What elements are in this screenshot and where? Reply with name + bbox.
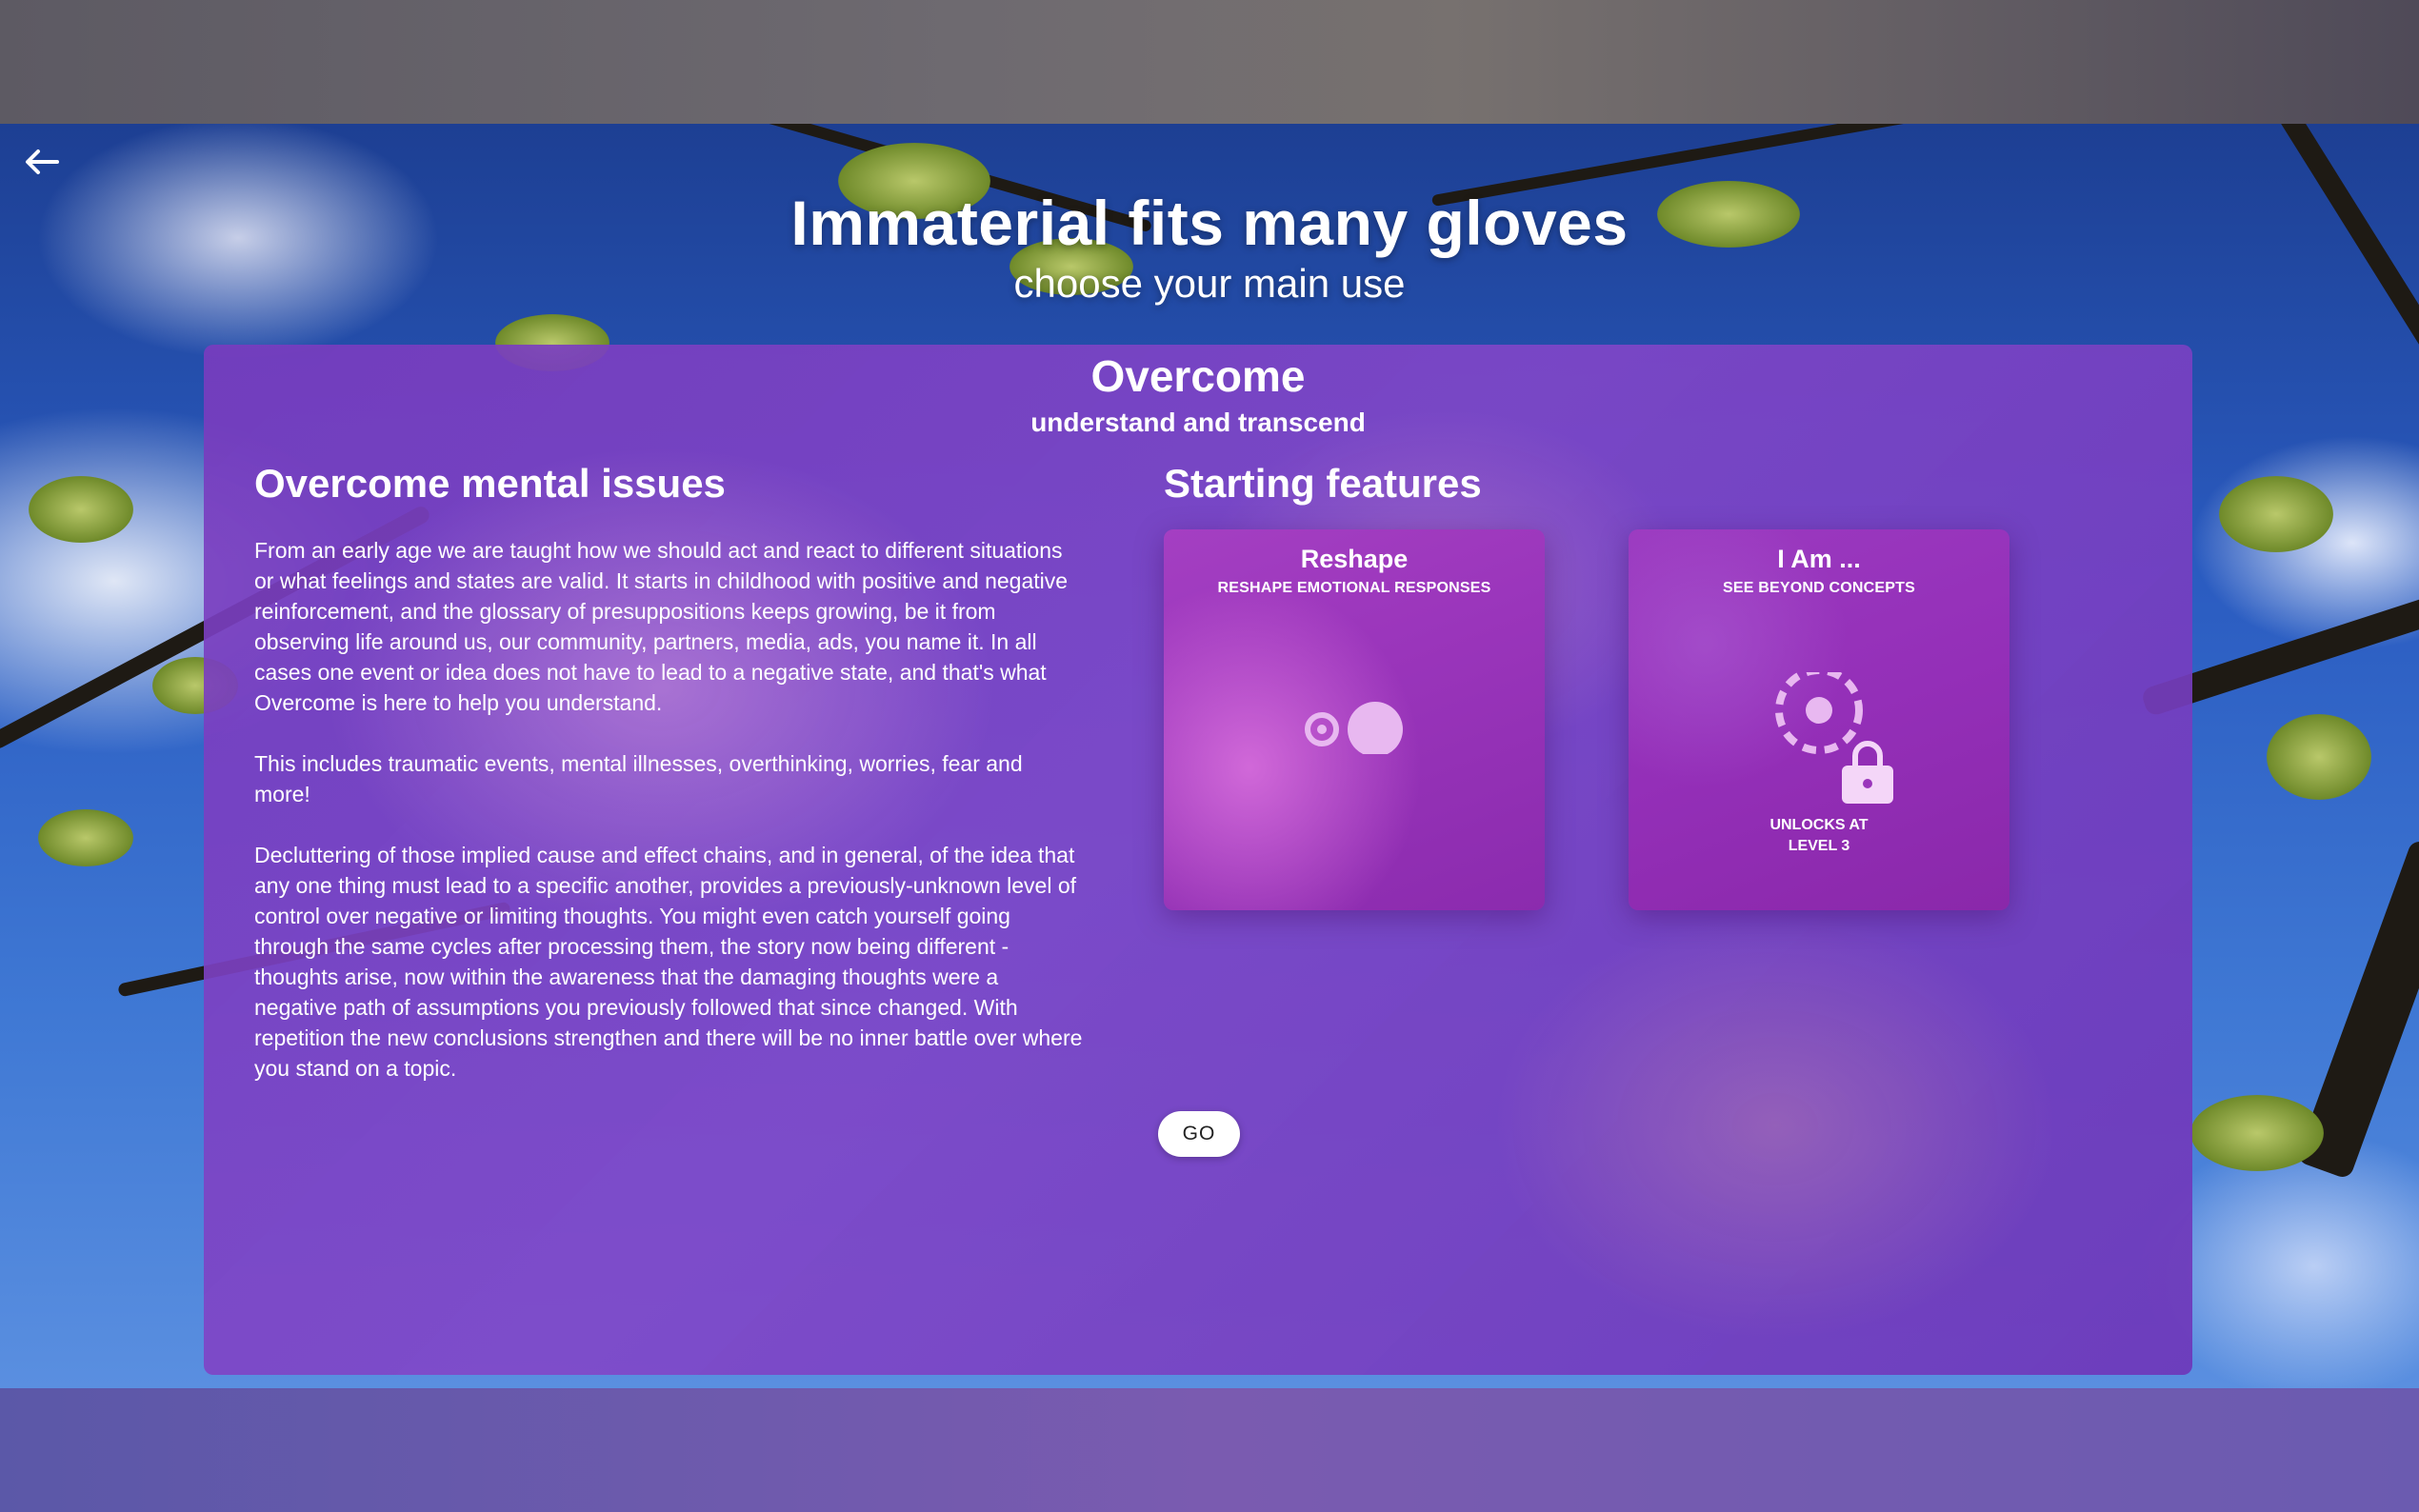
back-button[interactable]: [21, 145, 63, 179]
features-column: Starting features Reshape RESHAPE EMOTIO…: [1164, 461, 2116, 910]
description-paragraph: Decluttering of those implied cause and …: [254, 843, 1083, 1081]
go-button[interactable]: GO: [1158, 1111, 1240, 1157]
bottom-blurred-band: [0, 1388, 2419, 1512]
features-heading: Starting features: [1164, 461, 1482, 506]
unlock-requirement-line: LEVEL 3: [1788, 838, 1850, 854]
feature-card-reshape[interactable]: Reshape RESHAPE EMOTIONAL RESPONSES: [1164, 529, 1545, 910]
feature-card-tagline: RESHAPE EMOTIONAL RESPONSES: [1217, 580, 1491, 596]
feature-card-i-am[interactable]: I Am ... SEE BEYOND CONCEPTS UNLOCKS AT …: [1629, 529, 2009, 910]
feature-card-title: I Am ...: [1777, 545, 1861, 573]
top-blurred-band: [0, 0, 2419, 124]
description-body: From an early age we are taught how we s…: [254, 535, 1083, 1084]
page-header: Immaterial fits many gloves choose your …: [0, 187, 2419, 307]
description-paragraph: From an early age we are taught how we s…: [254, 538, 1069, 715]
page-title: Immaterial fits many gloves: [790, 188, 1629, 258]
feature-card-title: Reshape: [1300, 545, 1409, 573]
use-case-panel: Overcome understand and transcend Overco…: [204, 345, 2192, 1375]
unlock-requirement: UNLOCKS AT LEVEL 3: [1629, 815, 2009, 857]
page-subtitle: choose your main use: [1013, 261, 1406, 306]
description-column: Overcome mental issues From an early age…: [254, 461, 1083, 1114]
reshape-dots-icon: [1164, 693, 1545, 759]
unlock-requirement-line: UNLOCKS AT: [1769, 817, 1869, 833]
arrow-left-icon: [26, 149, 59, 174]
description-heading: Overcome mental issues: [254, 461, 726, 506]
panel-subtitle: understand and transcend: [1030, 408, 1366, 437]
panel-title: Overcome: [1090, 351, 1306, 401]
lock-icon: [1629, 741, 2009, 812]
description-paragraph: This includes traumatic events, mental i…: [254, 751, 1023, 806]
feature-card-tagline: SEE BEYOND CONCEPTS: [1722, 580, 1916, 596]
